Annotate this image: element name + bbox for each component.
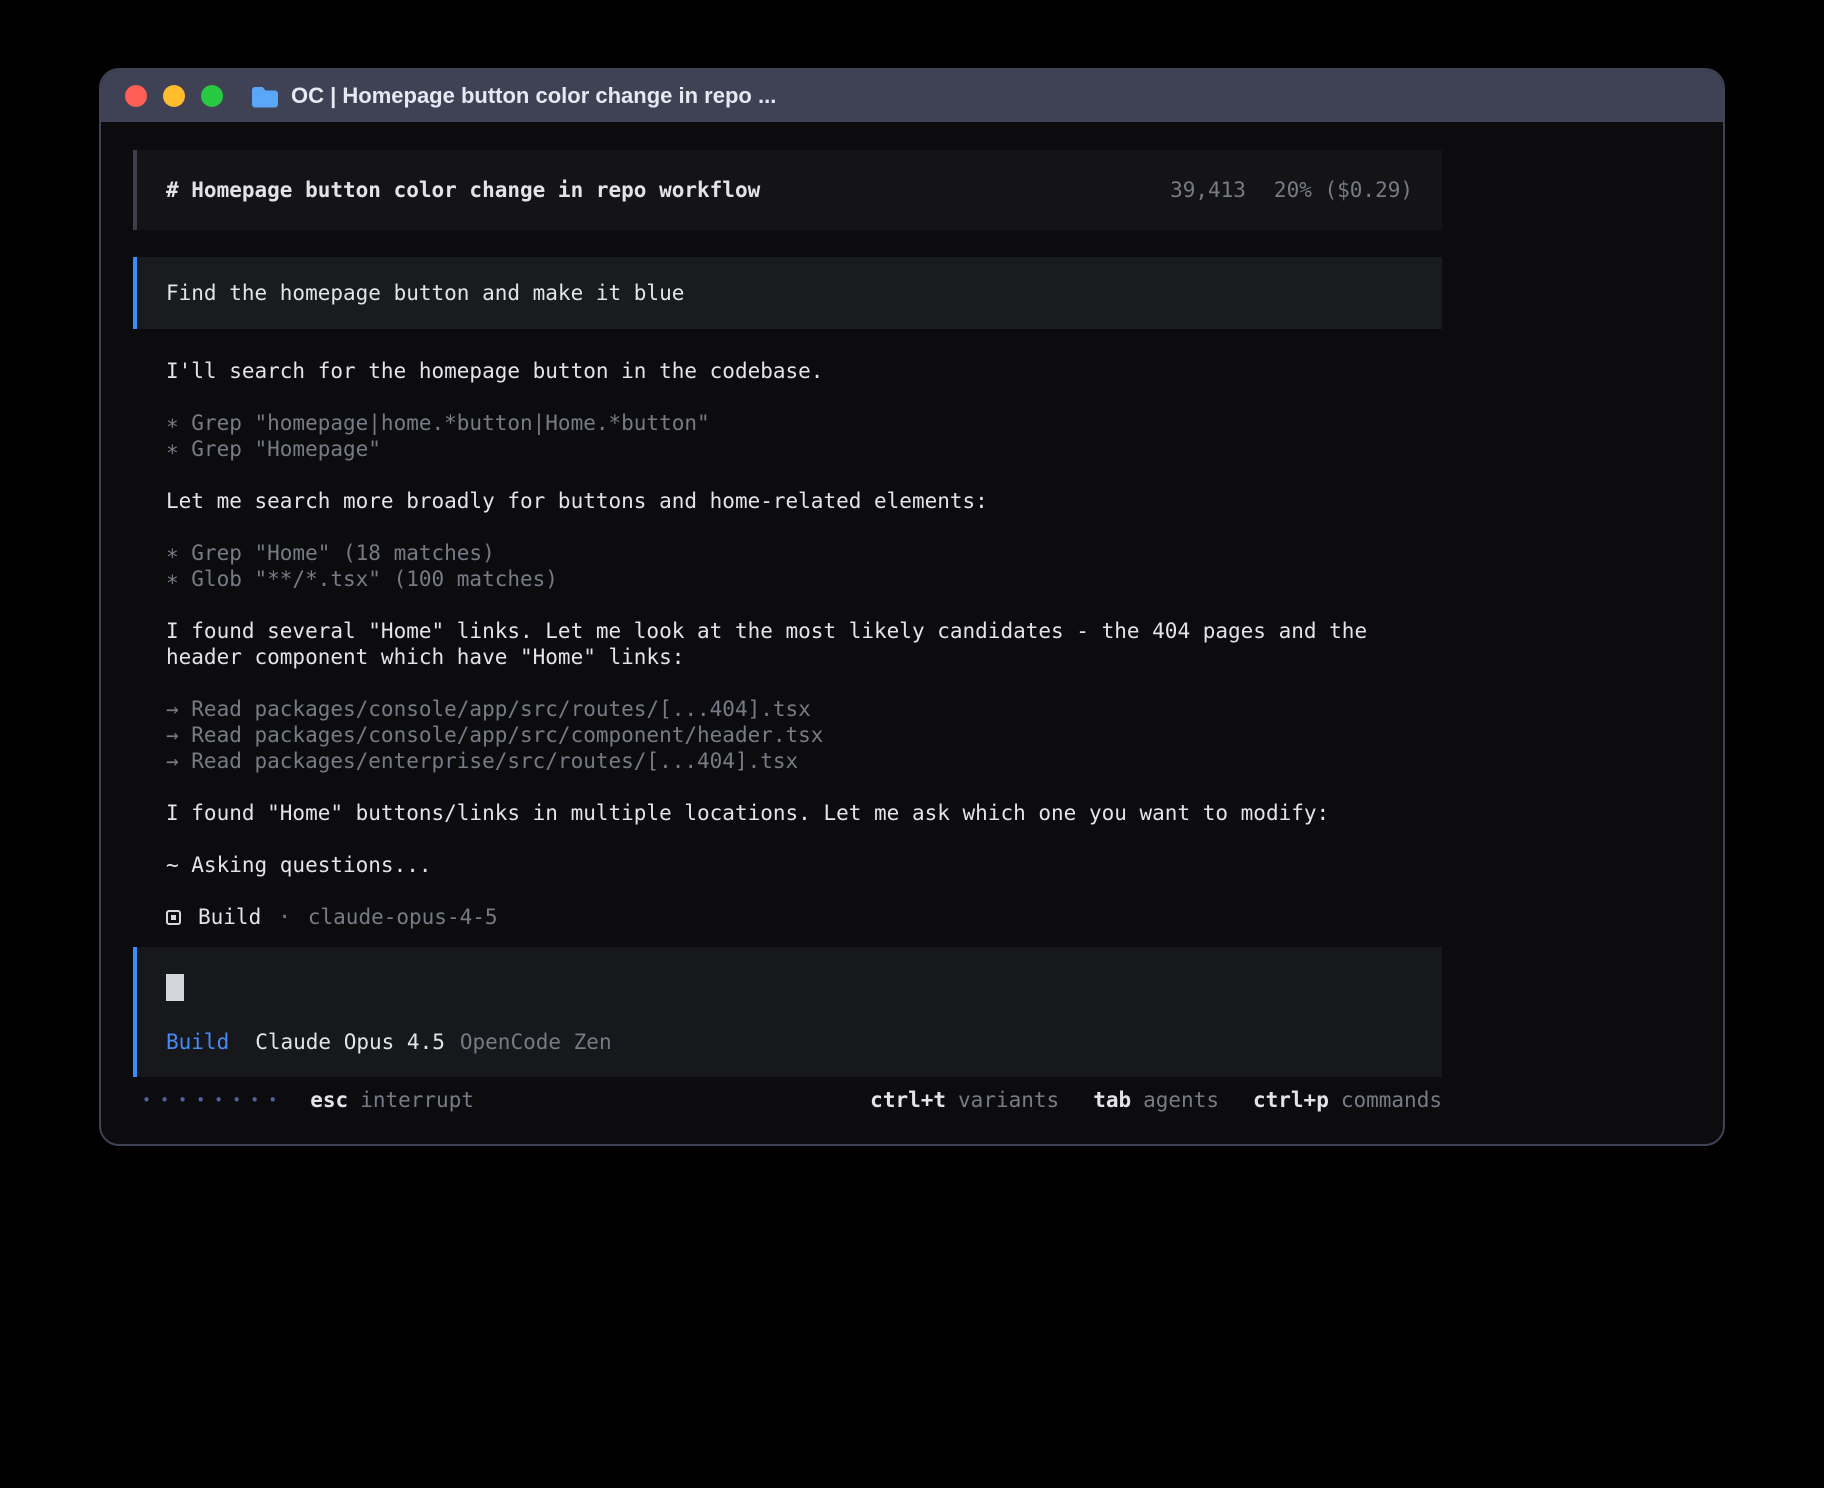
agent-separator: · xyxy=(278,905,291,929)
agent-status-row: Build · claude-opus-4-5 xyxy=(166,904,1442,930)
shortcut-key: ctrl+t xyxy=(870,1088,946,1112)
shortcut-label: agents xyxy=(1143,1088,1219,1112)
assistant-status-text: ~ Asking questions... xyxy=(166,852,1442,878)
tool-call-read: → Read packages/enterprise/src/routes/[.… xyxy=(166,748,1442,774)
status-bar-left: •••••••• esc interrupt xyxy=(142,1087,474,1113)
agent-model-name: claude-opus-4-5 xyxy=(308,905,498,929)
shortcut-key: tab xyxy=(1093,1088,1131,1112)
folder-icon xyxy=(251,85,279,108)
assistant-text: Let me search more broadly for buttons a… xyxy=(166,488,1442,514)
tool-call-glob: ∗ Glob "**/*.tsx" (100 matches) xyxy=(166,566,1442,592)
shortcut-label: variants xyxy=(958,1088,1059,1112)
shortcut-label: commands xyxy=(1341,1088,1442,1112)
close-button[interactable] xyxy=(125,85,147,107)
model-label: Claude Opus 4.5 xyxy=(255,1029,445,1055)
transcript: I'll search for the homepage button in t… xyxy=(133,358,1442,930)
session-header: # Homepage button color change in repo w… xyxy=(133,150,1442,230)
spacer xyxy=(166,774,1442,800)
user-message-text: Find the homepage button and make it blu… xyxy=(166,281,684,305)
tool-call-grep: ∗ Grep "Homepage" xyxy=(166,436,1442,462)
zoom-button[interactable] xyxy=(201,85,223,107)
spinner-dots: •••••••• xyxy=(142,1087,286,1113)
session-stats: 39,413 20% ($0.29) xyxy=(1170,178,1413,202)
prompt-input[interactable]: Build Claude Opus 4.5 OpenCode Zen xyxy=(133,947,1442,1077)
title-bar[interactable]: OC | Homepage button color change in rep… xyxy=(101,70,1723,122)
shortcut-commands: ctrl+p commands xyxy=(1253,1088,1442,1112)
mode-badge: Build xyxy=(166,1029,229,1055)
agent-name: Build xyxy=(198,905,261,929)
terminal-window: OC | Homepage button color change in rep… xyxy=(99,68,1725,1146)
shortcut-agents: tab agents xyxy=(1093,1088,1219,1112)
assistant-text: I'll search for the homepage button in t… xyxy=(166,358,1442,384)
spacer xyxy=(166,670,1442,696)
context-usage: 20% ($0.29) xyxy=(1274,178,1413,202)
window-title: OC | Homepage button color change in rep… xyxy=(291,83,776,109)
text-cursor xyxy=(166,974,184,1001)
provider-label: OpenCode Zen xyxy=(460,1029,612,1055)
shortcut-label: interrupt xyxy=(360,1088,474,1112)
tool-call-read: → Read packages/console/app/src/componen… xyxy=(166,722,1442,748)
status-bar: •••••••• esc interrupt ctrl+t variants t… xyxy=(133,1087,1442,1113)
tool-call-read: → Read packages/console/app/src/routes/[… xyxy=(166,696,1442,722)
tool-call-grep: ∗ Grep "Home" (18 matches) xyxy=(166,540,1442,566)
shortcut-interrupt: esc interrupt xyxy=(310,1088,474,1112)
session-title: # Homepage button color change in repo w… xyxy=(166,178,760,202)
spacer xyxy=(166,826,1442,852)
shortcut-key: esc xyxy=(310,1088,348,1112)
assistant-text: I found "Home" buttons/links in multiple… xyxy=(166,800,1442,826)
tool-call-grep: ∗ Grep "homepage|home.*button|Home.*butt… xyxy=(166,410,1442,436)
spacer xyxy=(166,514,1442,540)
status-bar-right: ctrl+t variants tab agents ctrl+p comman… xyxy=(870,1088,1442,1112)
spacer xyxy=(166,878,1442,904)
prompt-meta: Build Claude Opus 4.5 OpenCode Zen xyxy=(166,1029,1413,1055)
shortcut-key: ctrl+p xyxy=(1253,1088,1329,1112)
shortcut-variants: ctrl+t variants xyxy=(870,1088,1059,1112)
terminal-content: # Homepage button color change in repo w… xyxy=(101,122,1723,1113)
spacer xyxy=(166,592,1442,618)
traffic-lights xyxy=(125,85,223,107)
minimize-button[interactable] xyxy=(163,85,185,107)
user-message: Find the homepage button and make it blu… xyxy=(133,257,1442,329)
agent-icon xyxy=(166,910,181,925)
assistant-text: I found several "Home" links. Let me loo… xyxy=(166,618,1442,670)
spacer xyxy=(166,462,1442,488)
spacer xyxy=(166,384,1442,410)
token-count: 39,413 xyxy=(1170,178,1246,202)
